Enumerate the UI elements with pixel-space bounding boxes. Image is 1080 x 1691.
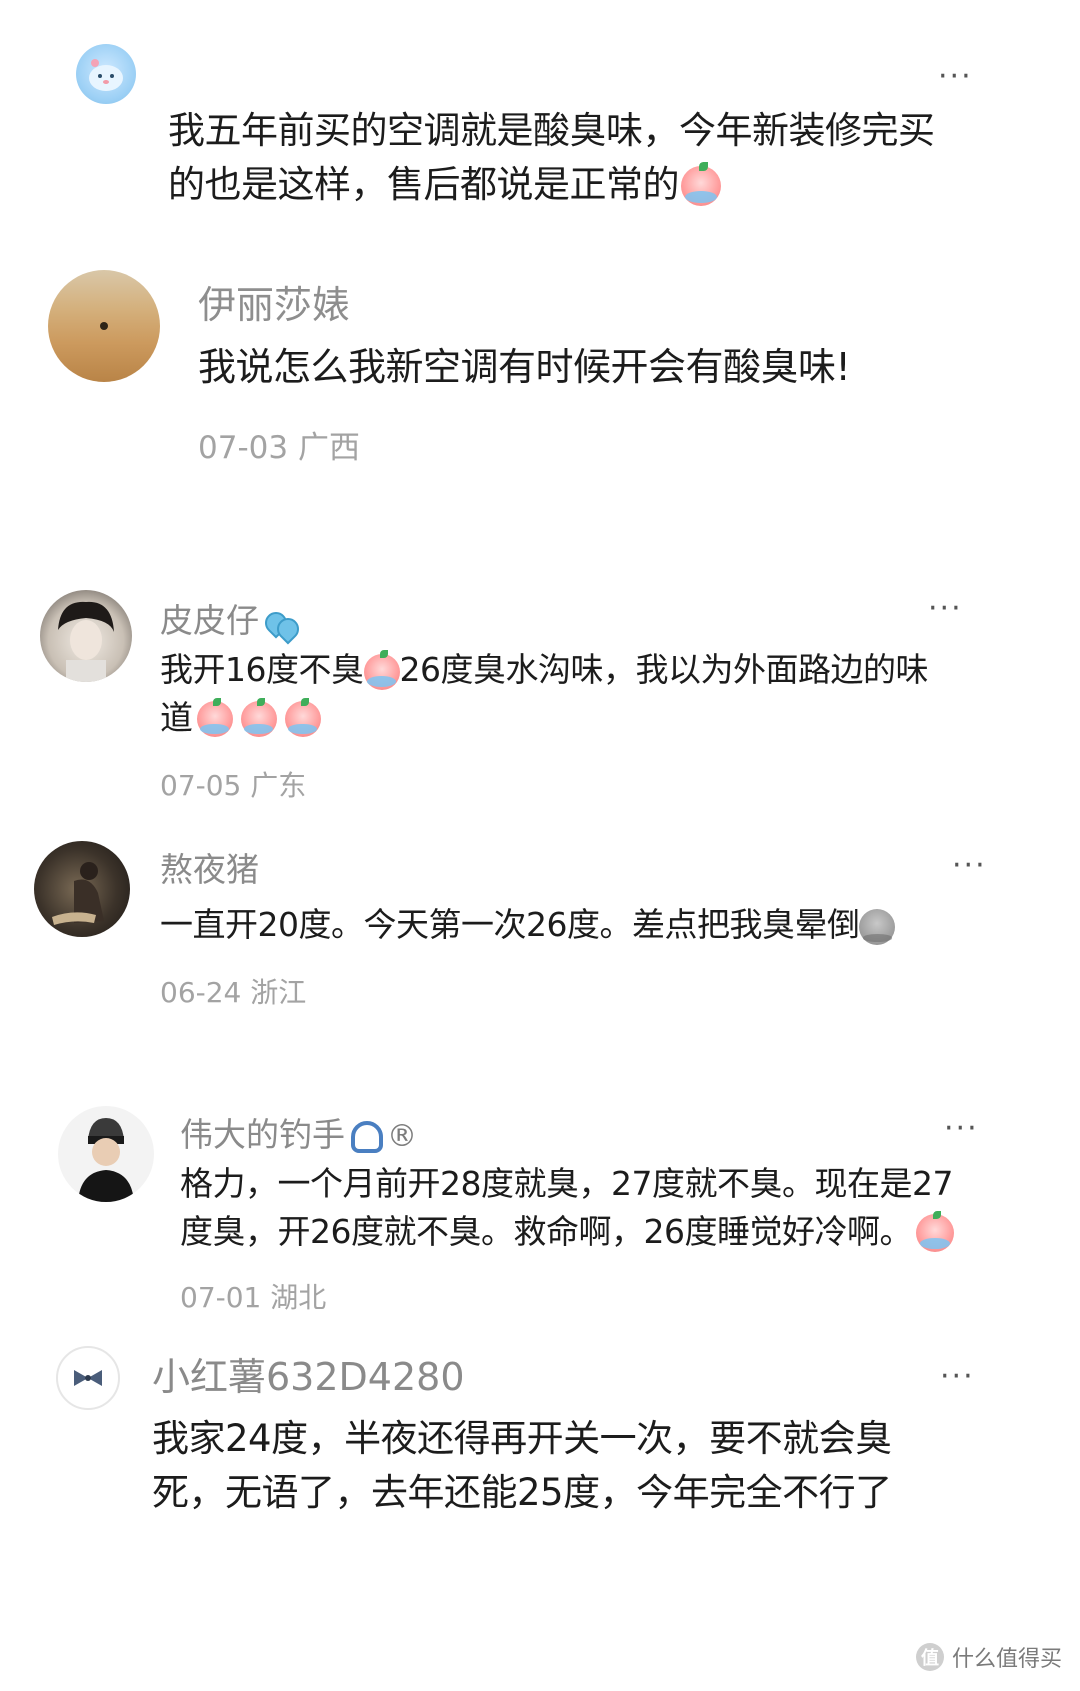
crying-face-emoji: [681, 162, 721, 207]
comment-text-part: 一直开20度。今天第一次26度。差点把我臭晕倒: [160, 905, 860, 944]
comment-text-part: 我五年前买的空调就是酸臭味，今年新装修完买的也是这样，售后都说是正常的: [168, 109, 935, 206]
crying-face-emoji: [284, 697, 321, 738]
more-options-button[interactable]: ···: [952, 851, 987, 881]
comment-text-part: 我开16度不臭: [160, 650, 364, 689]
username[interactable]: 伊丽莎婊: [198, 274, 350, 329]
more-options-button[interactable]: ···: [940, 1362, 975, 1392]
comment-meta: 07-01 湖北: [180, 1276, 326, 1316]
comment-meta: 07-05 广东: [160, 764, 306, 804]
comment-location: 广东: [250, 769, 307, 802]
comment-date: 07-05: [160, 769, 242, 802]
crying-face-emoji: [363, 649, 400, 690]
more-options-button[interactable]: ···: [944, 1114, 979, 1144]
comment-date: 07-01: [180, 1281, 262, 1314]
comment-item: 小红薯632D4280 ··· 我家24度，半夜还得再开关一次，要不就会臭死，无…: [0, 1340, 1080, 1540]
comment-text: 格力，一个月前开28度就臭，27度就不臭。现在是27度臭，开26度就不臭。救命啊…: [180, 1160, 980, 1256]
comment-meta: 07-03 广西: [198, 422, 360, 467]
portrait-avatar-icon: [58, 601, 114, 682]
headphone-badge-icon: [351, 1120, 383, 1153]
comment-date: 07-03: [198, 430, 289, 466]
bow-avatar-icon: [74, 1370, 102, 1386]
user-avatar[interactable]: [56, 1346, 120, 1410]
comment-text: 我家24度，半夜还得再开关一次，要不就会臭死，无语了，去年还能25度，今年完全不…: [152, 1412, 942, 1519]
comment-text-part: 我家24度，半夜还得再开关一次，要不就会臭死，无语了，去年还能25度，今年完全不…: [152, 1417, 892, 1514]
sun-dot-icon: [100, 322, 108, 330]
comment-item: 伊丽莎婊 我说怎么我新空调有时候开会有酸臭味! 07-03 广西: [0, 240, 1080, 500]
registered-mark: ®: [387, 1119, 417, 1154]
comment-text: 我五年前买的空调就是酸臭味，今年新装修完买的也是这样，售后都说是正常的: [168, 104, 968, 211]
fainting-face-emoji: [859, 908, 896, 945]
comment-text-part: 格力，一个月前开28度就臭，27度就不臭。现在是27度臭，开26度就不臭。救命啊…: [180, 1164, 953, 1251]
cartoon-avatar-icon: [89, 59, 123, 91]
water-drop-badge-icon: [260, 606, 304, 645]
photo-avatar-icon: [52, 862, 104, 925]
user-avatar[interactable]: [58, 1106, 154, 1202]
crying-face-emoji: [240, 697, 277, 738]
comment-item: 伟大的钓手 ® ··· 格力，一个月前开28度就臭，27度就不臭。现在是27度臭，…: [0, 1100, 1080, 1330]
user-avatar[interactable]: [40, 590, 132, 682]
more-options-button[interactable]: ···: [938, 62, 973, 92]
comment-date: 06-24: [160, 976, 242, 1009]
user-avatar[interactable]: [34, 841, 130, 937]
comment-text: 一直开20度。今天第一次26度。差点把我臭晕倒: [160, 901, 980, 949]
comment-location: 浙江: [250, 976, 307, 1009]
username-text: 伟大的钓手: [180, 1115, 345, 1154]
more-options-button[interactable]: ···: [928, 594, 963, 624]
user-avatar[interactable]: [48, 270, 160, 382]
username[interactable]: 伟大的钓手 ®: [180, 1108, 417, 1156]
watermark-text: 什么值得买: [951, 1647, 1062, 1672]
user-avatar[interactable]: [76, 44, 136, 104]
comment-text-part: 我说怎么我新空调有时候开会有酸臭味!: [198, 345, 851, 389]
username[interactable]: 皮皮仔: [160, 594, 304, 645]
crying-face-emoji: [915, 1210, 954, 1253]
username-text: 皮皮仔: [160, 601, 259, 640]
comment-text: 我开16度不臭 26度臭水沟味，我以为外面路边的味道: [160, 646, 960, 742]
comment-location: 广西: [297, 430, 360, 466]
cartoon-person-avatar-icon: [78, 1118, 134, 1202]
username[interactable]: 熬夜猪: [160, 843, 259, 891]
comment-item: ··· 我五年前买的空调就是酸臭味，今年新装修完买的也是这样，售后都说是正常的: [0, 0, 1080, 240]
comment-location: 湖北: [270, 1281, 327, 1314]
comment-text: 我说怎么我新空调有时候开会有酸臭味!: [198, 340, 998, 395]
comment-item: 熬夜猪 ··· 一直开20度。今天第一次26度。差点把我臭晕倒 06-24 浙江: [0, 835, 1080, 1035]
zhi-logo-icon: 值: [915, 1643, 944, 1671]
crying-face-emoji: [196, 697, 233, 738]
comment-meta: 06-24 浙江: [160, 971, 306, 1011]
site-watermark: 值 什么值得买: [915, 1641, 1062, 1673]
username[interactable]: 小红薯632D4280: [152, 1346, 465, 1401]
comment-item: 皮皮仔 ··· 我开16度不臭 26度臭水沟味，我以为外面路边的味道 07-05 …: [0, 580, 1080, 820]
